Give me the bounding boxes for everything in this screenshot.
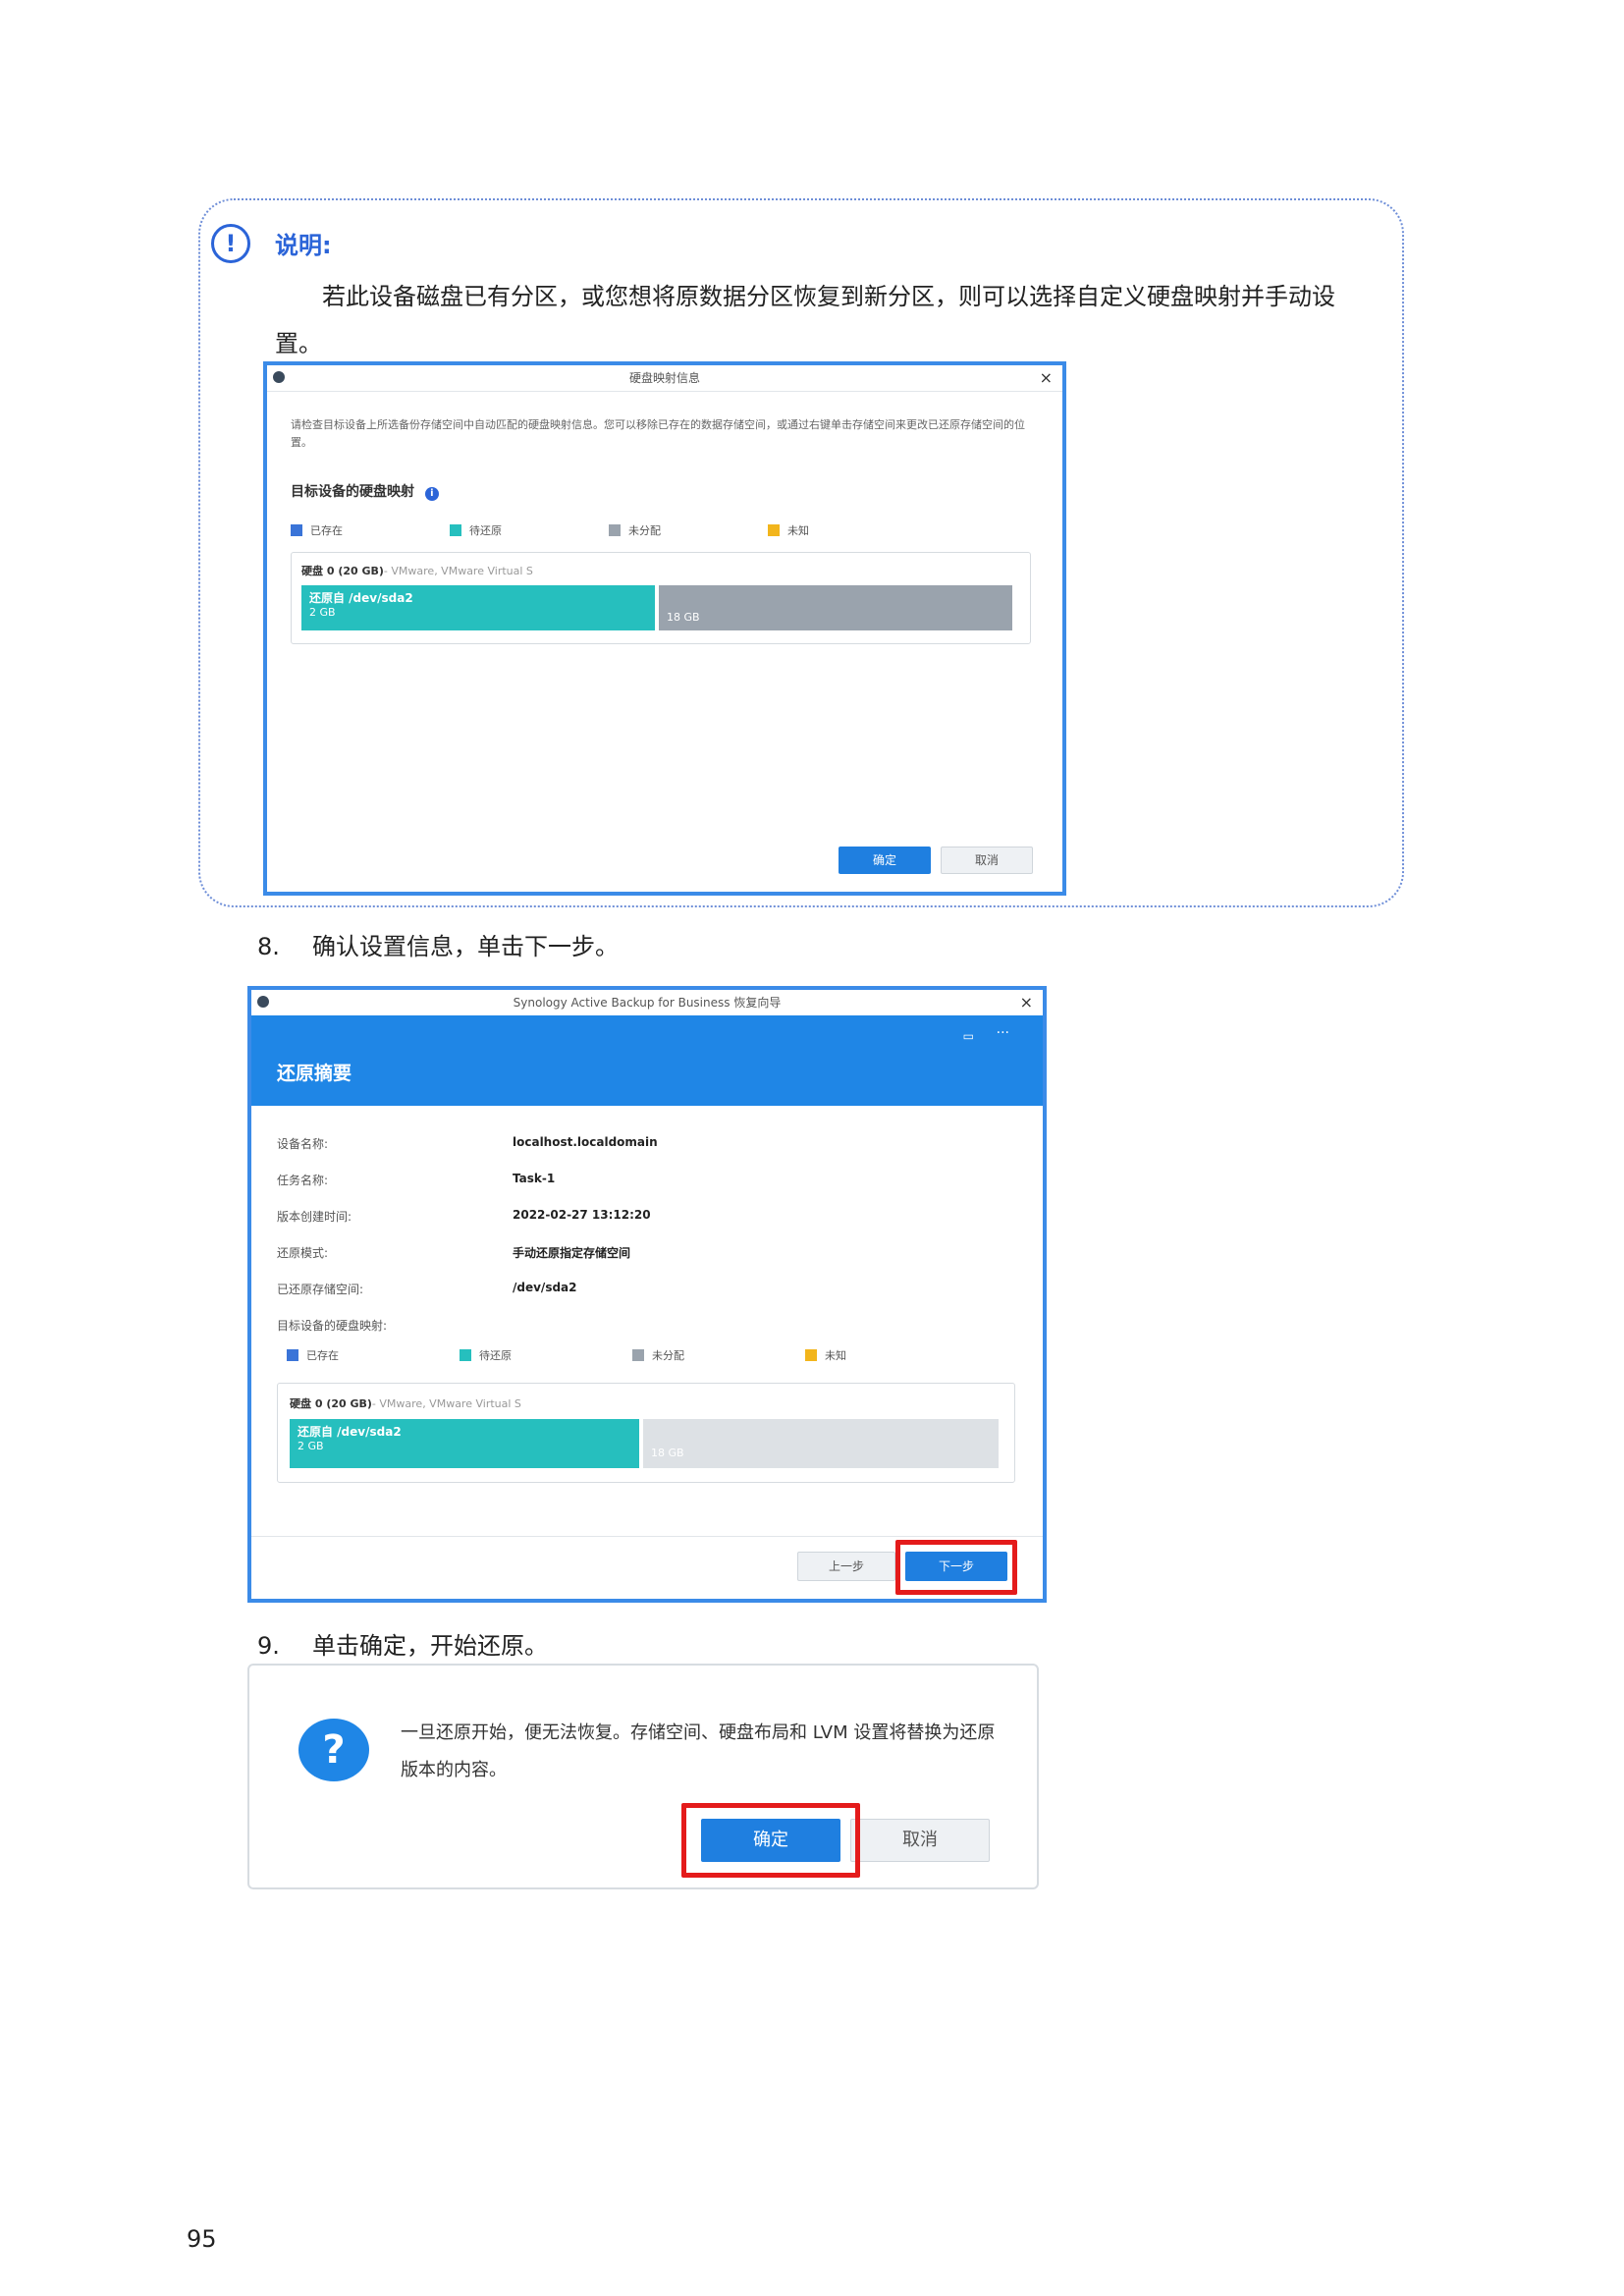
exclamation-circle-icon: ! (211, 224, 250, 263)
info-icon[interactable]: i (424, 487, 439, 501)
app-logo-icon (273, 371, 285, 383)
legend-unallocated-swatch (632, 1349, 644, 1361)
confirm-cancel-button[interactable]: 取消 (850, 1819, 990, 1862)
page-number: 95 (187, 2225, 217, 2253)
legend-existing: 已存在 (306, 1349, 339, 1362)
prev-button[interactable]: 上一步 (797, 1552, 895, 1581)
mapping-heading: 目标设备的硬盘映射 i (291, 481, 439, 501)
partition-title: 还原自 /dev/sda2 (309, 591, 413, 605)
legend-restore: 待还原 (479, 1349, 512, 1362)
step-8: 8. 确认设置信息，单击下一步。 (257, 927, 619, 961)
legend: 已存在 待还原 未分配 未知 (291, 522, 927, 538)
legend-unknown: 未知 (787, 524, 809, 537)
partition-title: 还原自 /dev/sda2 (298, 1425, 402, 1439)
legend-unknown-swatch (768, 524, 780, 536)
step-9: 9. 单击确定，开始还原。 (257, 1626, 548, 1661)
feedback-icon[interactable]: ▭ (963, 1029, 974, 1043)
partition-size: 2 GB (298, 1440, 324, 1452)
disk-mapping-window: 硬盘映射信息 × 请检查目标设备上所选备份存储空间中自动匹配的硬盘映射信息。您可… (263, 361, 1066, 896)
legend-restore-swatch (450, 524, 461, 536)
partition-to-restore[interactable]: 还原自 /dev/sda2 2 GB (290, 1419, 639, 1468)
free-size: 18 GB (651, 1447, 684, 1459)
restore-wizard-window: Synology Active Backup for Business 恢复向导… (247, 986, 1047, 1603)
highlight-frame (895, 1540, 1017, 1595)
legend-restore-swatch (460, 1349, 471, 1361)
cancel-button[interactable]: 取消 (941, 847, 1033, 874)
close-icon[interactable]: × (1020, 990, 1033, 1015)
legend-unallocated-swatch (609, 524, 621, 536)
dialog-message: 一旦还原开始，便无法恢复。存储空间、硬盘布局和 LVM 设置将替换为还原 版本的… (401, 1722, 996, 1780)
ok-button[interactable]: 确定 (839, 847, 931, 874)
step-8-num: 8. (257, 933, 280, 960)
confirm-dialog: ? 一旦还原开始，便无法恢复。存储空间、硬盘布局和 LVM 设置将替换为还原 版… (247, 1664, 1039, 1889)
more-icon[interactable]: ··· (997, 1025, 1009, 1041)
disk-label: 硬盘 0 (20 GB)- VMware, VMware Virtual S (301, 565, 533, 577)
free-size: 18 GB (667, 611, 700, 624)
legend-unallocated: 未分配 (628, 524, 661, 537)
description: 请检查目标设备上所选备份存储空间中自动匹配的硬盘映射信息。您可以移除已存在的数据… (291, 418, 1025, 449)
step-9-text: 单击确定，开始还原。 (312, 1632, 548, 1660)
highlight-frame (681, 1803, 860, 1878)
mapping-label: 目标设备的硬盘映射: (277, 1319, 388, 1333)
note-title: 说明: (275, 232, 332, 259)
disk-panel: 硬盘 0 (20 GB)- VMware, VMware Virtual S 还… (291, 552, 1031, 644)
legend-unallocated: 未分配 (652, 1349, 684, 1362)
close-icon[interactable]: × (1040, 365, 1053, 391)
disk-panel: 硬盘 0 (20 GB)- VMware, VMware Virtual S 还… (277, 1383, 1015, 1483)
legend-restore: 待还原 (469, 524, 502, 537)
unallocated-space[interactable]: 18 GB (659, 585, 1012, 630)
legend-existing: 已存在 (310, 524, 343, 537)
step-8-text: 确认设置信息，单击下一步。 (312, 933, 619, 960)
window-titlebar: 硬盘映射信息 × (267, 365, 1062, 392)
window-title: 硬盘映射信息 (628, 371, 700, 385)
legend-unknown: 未知 (825, 1349, 846, 1362)
legend: 已存在 待还原 未分配 未知 (287, 1347, 978, 1363)
window-title: Synology Active Backup for Business 恢复向导 (513, 996, 782, 1010)
legend-unknown-swatch (805, 1349, 817, 1361)
partition-size: 2 GB (309, 606, 336, 619)
question-icon: ? (298, 1719, 369, 1781)
legend-existing-swatch (287, 1349, 298, 1361)
legend-existing-swatch (291, 524, 302, 536)
disk-label: 硬盘 0 (20 GB)- VMware, VMware Virtual S (290, 1397, 521, 1410)
header-title: 还原摘要 (277, 1063, 352, 1084)
partition-to-restore[interactable]: 还原自 /dev/sda2 2 GB (301, 585, 655, 630)
app-logo-icon (257, 996, 269, 1008)
summary-header: 还原摘要 ▭ ··· (251, 1015, 1043, 1106)
unallocated-space[interactable]: 18 GB (643, 1419, 999, 1468)
step-9-num: 9. (257, 1632, 280, 1660)
note-text: 若此设备磁盘已有分区，或您想将原数据分区恢复到新分区，则可以选择自定义硬盘映射并… (275, 283, 1335, 357)
footer-divider (251, 1536, 1043, 1537)
window-titlebar: Synology Active Backup for Business 恢复向导… (251, 990, 1043, 1016)
